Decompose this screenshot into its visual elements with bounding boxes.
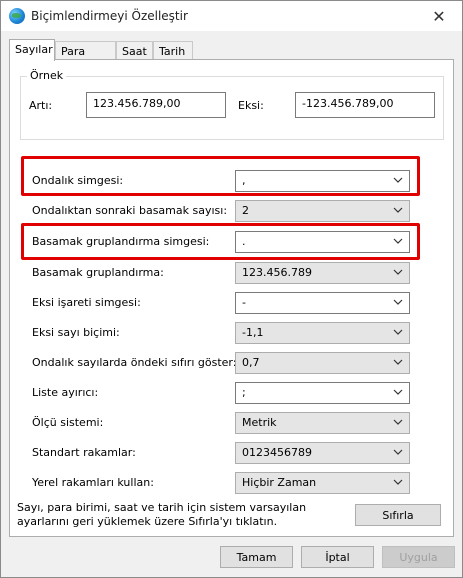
leading-zero-value: 0,7 bbox=[242, 356, 260, 369]
decimal-symbol-label: Ondalık simgesi: bbox=[32, 174, 124, 187]
negative-sign-combo[interactable]: - bbox=[235, 292, 410, 314]
chevron-down-icon bbox=[393, 207, 403, 213]
ok-button[interactable]: Tamam bbox=[220, 546, 293, 568]
digit-grouping-symbol-label: Basamak gruplandırma simgesi: bbox=[32, 235, 210, 248]
chevron-down-icon bbox=[393, 238, 403, 244]
chevron-down-icon bbox=[393, 419, 403, 425]
chevron-down-icon bbox=[393, 389, 403, 395]
negative-sign-label: Eksi işareti simgesi: bbox=[32, 296, 141, 309]
native-digits-value: Hiçbir Zaman bbox=[242, 476, 317, 489]
decimal-symbol-value: , bbox=[242, 174, 246, 187]
example-group: Örnek Artı: 123.456.789,00 Eksi: -123.45… bbox=[20, 69, 444, 140]
digit-grouping-value: 123.456.789 bbox=[242, 266, 312, 279]
tab-currency[interactable]: Para Birimi bbox=[55, 41, 116, 71]
digit-grouping-label: Basamak gruplandırma: bbox=[32, 266, 164, 279]
list-separator-combo[interactable]: ; bbox=[235, 382, 410, 404]
tab-numbers[interactable]: Sayılar bbox=[9, 39, 55, 61]
positive-label: Artı: bbox=[29, 99, 53, 112]
chevron-down-icon bbox=[393, 177, 403, 183]
positive-example-value: 123.456.789,00 bbox=[86, 92, 226, 118]
negative-format-value: -1,1 bbox=[242, 326, 264, 339]
negative-sign-value: - bbox=[242, 296, 246, 309]
decimal-digits-label: Ondalıktan sonraki basamak sayısı: bbox=[32, 204, 228, 217]
digit-grouping-dropdown[interactable]: 123.456.789 bbox=[235, 262, 410, 284]
decimal-digits-dropdown[interactable]: 2 bbox=[235, 200, 410, 222]
digit-grouping-symbol-combo[interactable]: . bbox=[235, 231, 410, 253]
list-separator-label: Liste ayırıcı: bbox=[32, 386, 99, 399]
standard-digits-label: Standart rakamlar: bbox=[32, 446, 136, 459]
negative-label: Eksi: bbox=[238, 99, 264, 112]
list-separator-value: ; bbox=[242, 386, 246, 399]
customize-format-dialog: Biçimlendirmeyi Özelleştir ✕ Sayılar Par… bbox=[0, 0, 463, 578]
title-bar: Biçimlendirmeyi Özelleştir ✕ bbox=[1, 1, 462, 31]
negative-example-value: -123.456.789,00 bbox=[295, 92, 435, 118]
chevron-down-icon bbox=[393, 299, 403, 305]
cancel-button[interactable]: İptal bbox=[301, 546, 374, 568]
standard-digits-dropdown[interactable]: 0123456789 bbox=[235, 442, 410, 464]
chevron-down-icon bbox=[393, 449, 403, 455]
negative-format-dropdown[interactable]: -1,1 bbox=[235, 322, 410, 344]
chevron-down-icon bbox=[393, 479, 403, 485]
measurement-system-value: Metrik bbox=[242, 416, 277, 429]
measurement-system-dropdown[interactable]: Metrik bbox=[235, 412, 410, 434]
window-title: Biçimlendirmeyi Özelleştir bbox=[31, 9, 188, 23]
negative-format-label: Eksi sayı biçimi: bbox=[32, 326, 120, 339]
native-digits-dropdown[interactable]: Hiçbir Zaman bbox=[235, 472, 410, 494]
standard-digits-value: 0123456789 bbox=[242, 446, 312, 459]
reset-button[interactable]: Sıfırla bbox=[355, 504, 441, 526]
measurement-system-label: Ölçü sistemi: bbox=[32, 416, 104, 429]
reset-note: Sayı, para birimi, saat ve tarih için si… bbox=[17, 501, 307, 528]
decimal-digits-value: 2 bbox=[242, 204, 249, 217]
apply-button[interactable]: Uygula bbox=[382, 546, 455, 568]
chevron-down-icon bbox=[393, 359, 403, 365]
decimal-symbol-combo[interactable]: , bbox=[235, 170, 410, 192]
close-icon: ✕ bbox=[432, 6, 446, 26]
close-button[interactable]: ✕ bbox=[416, 1, 462, 31]
example-legend: Örnek bbox=[27, 69, 67, 82]
digit-grouping-symbol-value: . bbox=[242, 235, 246, 248]
chevron-down-icon bbox=[393, 269, 403, 275]
globe-icon bbox=[9, 8, 25, 24]
leading-zero-label: Ondalık sayılarda öndeki sıfırı göster: bbox=[32, 356, 237, 369]
tab-date[interactable]: Tarih bbox=[153, 41, 193, 60]
leading-zero-dropdown[interactable]: 0,7 bbox=[235, 352, 410, 374]
tab-time[interactable]: Saat bbox=[116, 41, 153, 60]
chevron-down-icon bbox=[393, 329, 403, 335]
numbers-panel: Örnek Artı: 123.456.789,00 Eksi: -123.45… bbox=[9, 59, 454, 537]
native-digits-label: Yerel rakamları kullan: bbox=[32, 476, 154, 489]
